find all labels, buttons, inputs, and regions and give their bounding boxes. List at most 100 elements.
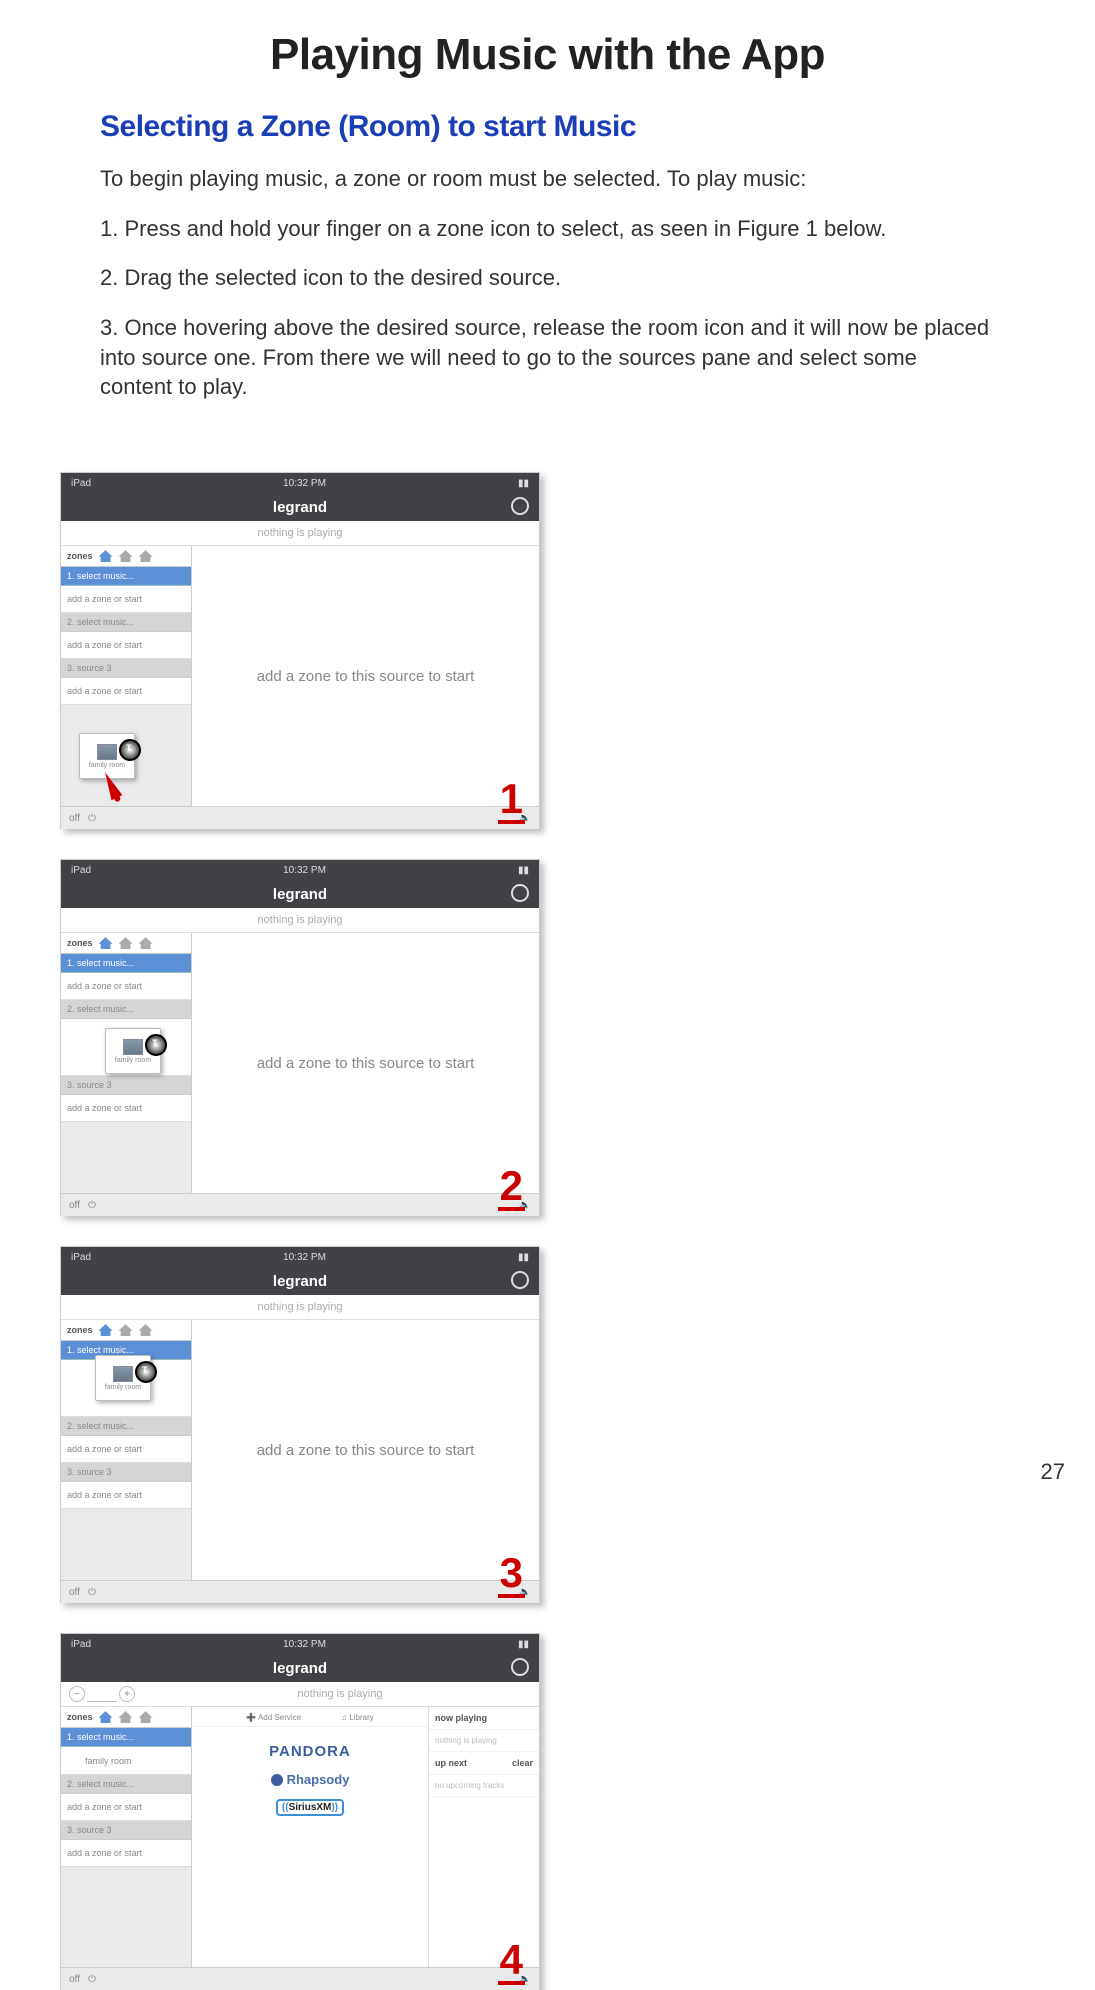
page-number: 27: [1041, 1459, 1065, 1485]
source-1-header[interactable]: 1. select music...: [61, 954, 191, 973]
queue-panel: now playing nothing is playing up nextcl…: [428, 1707, 539, 1967]
up-next-empty: no upcoming tracks: [429, 1775, 539, 1797]
zoom-controls[interactable]: −+: [69, 1686, 135, 1702]
figure-4: iPad10:32 PM▮▮ legrand −+ nothing is pla…: [60, 1633, 540, 1990]
up-next-header: up nextclear: [429, 1752, 539, 1775]
source-2-slot[interactable]: add a zone or start: [61, 1436, 191, 1463]
house-icon-2[interactable]: [119, 1324, 133, 1336]
house-icon-3[interactable]: [139, 937, 153, 949]
now-playing-strip: −+ nothing is playing: [61, 1682, 539, 1707]
figure-number: 3: [498, 1552, 525, 1598]
figure-number: 4: [498, 1939, 525, 1985]
now-playing-header: now playing: [429, 1707, 539, 1730]
zones-sidebar: zones 1. select music... family room 2. …: [61, 1707, 192, 1967]
source-2-slot[interactable]: add a zone or start: [61, 1794, 191, 1821]
add-service-tab[interactable]: ➕ Add Service: [246, 1713, 301, 1722]
zone-tile-label: family room: [89, 762, 125, 769]
gear-icon[interactable]: [511, 1658, 529, 1676]
off-label[interactable]: off: [69, 1587, 80, 1598]
figure-number: 2: [498, 1165, 525, 1211]
touch-indicator: [119, 739, 141, 761]
house-icon[interactable]: [99, 550, 113, 562]
figure-1: iPad 10:32 PM ▮▮ legrand nothing is play…: [60, 472, 540, 829]
clear-button[interactable]: clear: [512, 1758, 533, 1768]
power-icon[interactable]: ⏻: [88, 1587, 96, 1598]
source-2-header[interactable]: 2. select music...: [61, 1775, 191, 1794]
main-message: add a zone to this source to start: [257, 1442, 475, 1459]
off-label[interactable]: off: [69, 1974, 80, 1985]
power-icon[interactable]: ⏻: [88, 1200, 96, 1211]
source-1-header[interactable]: 1. select music...: [61, 567, 191, 586]
zone-name: family room: [85, 1756, 132, 1766]
brand-label: legrand: [273, 886, 327, 903]
source-3-slot[interactable]: add a zone or start: [61, 1482, 191, 1509]
source-2-header[interactable]: 2. select music...: [61, 1417, 191, 1436]
source-1-header[interactable]: 1. select music...: [61, 1728, 191, 1747]
room-icon: [113, 1366, 133, 1382]
status-time: 10:32 PM: [283, 1639, 326, 1650]
source-3-slot[interactable]: add a zone or start: [61, 678, 191, 705]
house-icon-2[interactable]: [119, 1711, 133, 1723]
house-icon[interactable]: [99, 1324, 113, 1336]
slider[interactable]: [87, 1693, 117, 1702]
service-siriusxm[interactable]: SiriusXM: [276, 1799, 344, 1816]
brand-label: legrand: [273, 1660, 327, 1677]
room-icon: [97, 744, 117, 760]
source-2-header[interactable]: 2. select music...: [61, 1000, 191, 1019]
gear-icon[interactable]: [511, 884, 529, 902]
service-pandora[interactable]: PANDORA: [269, 1743, 351, 1760]
main-pane: add a zone to this source to start: [192, 933, 539, 1193]
main-pane: add a zone to this source to start: [192, 1320, 539, 1580]
library-tab[interactable]: ♫ Library: [341, 1713, 374, 1722]
house-icon-3[interactable]: [139, 550, 153, 562]
minus-icon[interactable]: −: [69, 1686, 85, 1702]
step-2: 2. Drag the selected icon to the desired…: [100, 263, 995, 293]
house-icon-3[interactable]: [139, 1324, 153, 1336]
service-rhapsody[interactable]: Rhapsody: [271, 1772, 350, 1787]
status-right: ▮▮: [518, 478, 529, 489]
house-icon[interactable]: [99, 1711, 113, 1723]
status-bar: iPad 10:32 PM ▮▮: [61, 473, 539, 493]
source-3-header[interactable]: 3. source 3: [61, 1076, 191, 1095]
status-time: 10:32 PM: [283, 478, 326, 489]
power-icon[interactable]: ⏻: [88, 1974, 96, 1985]
source-2-slot[interactable]: add a zone or start: [61, 632, 191, 659]
house-icon-2[interactable]: [119, 937, 133, 949]
plus-icon[interactable]: +: [119, 1686, 135, 1702]
step-1: 1. Press and hold your finger on a zone …: [100, 214, 995, 244]
gear-icon[interactable]: [511, 497, 529, 515]
off-label[interactable]: off: [69, 1200, 80, 1211]
status-left: iPad: [71, 1639, 91, 1650]
source-2-header[interactable]: 2. select music...: [61, 613, 191, 632]
status-right: ▮▮: [518, 1252, 529, 1263]
power-icon[interactable]: ⏻: [88, 813, 96, 824]
now-playing-strip: nothing is playing: [61, 1295, 539, 1320]
touch-indicator: [135, 1361, 157, 1383]
house-icon-2[interactable]: [119, 550, 133, 562]
status-time: 10:32 PM: [283, 865, 326, 876]
brand-label: legrand: [273, 1273, 327, 1290]
source-3-slot[interactable]: add a zone or start: [61, 1095, 191, 1122]
section-heading: Selecting a Zone (Room) to start Music: [100, 110, 1035, 144]
gear-icon[interactable]: [511, 1271, 529, 1289]
house-icon[interactable]: [99, 937, 113, 949]
brand-label: legrand: [273, 499, 327, 516]
np-label: nothing is playing: [141, 1688, 539, 1700]
off-label[interactable]: off: [69, 813, 80, 824]
source-3-header[interactable]: 3. source 3: [61, 1821, 191, 1840]
step-3: 3. Once hovering above the desired sourc…: [100, 313, 995, 402]
source-3-header[interactable]: 3. source 3: [61, 1463, 191, 1482]
status-right: ▮▮: [518, 865, 529, 876]
page-title: Playing Music with the App: [60, 30, 1035, 80]
rhapsody-icon: [271, 1774, 283, 1786]
zones-label: zones: [67, 551, 93, 561]
source-1-slot[interactable]: family room: [61, 1747, 191, 1775]
house-icon-3[interactable]: [139, 1711, 153, 1723]
source-1-slot[interactable]: add a zone or start: [61, 973, 191, 1000]
source-3-slot[interactable]: add a zone or start: [61, 1840, 191, 1867]
source-1-slot[interactable]: add a zone or start: [61, 586, 191, 613]
bottom-bar: off ⏻ 🔈: [61, 806, 539, 829]
zone-tile-label: family room: [115, 1057, 151, 1064]
source-3-header[interactable]: 3. source 3: [61, 659, 191, 678]
figures-grid: iPad 10:32 PM ▮▮ legrand nothing is play…: [60, 472, 1035, 1990]
